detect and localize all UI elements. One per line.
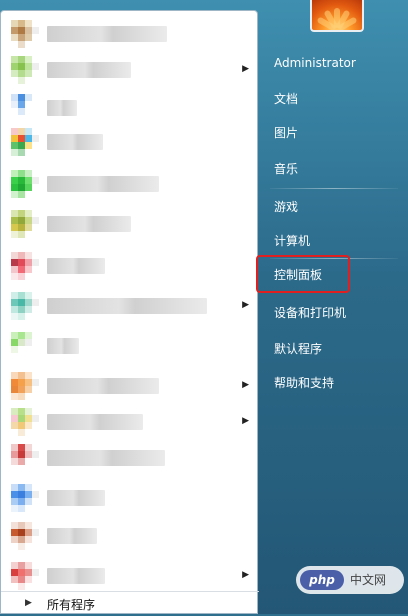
right-item-devices-printers[interactable]: 设备和打印机 xyxy=(262,298,402,328)
program-icon xyxy=(11,94,39,122)
submenu-arrow-icon: ▶ xyxy=(242,64,249,74)
program-label xyxy=(47,568,105,584)
all-programs-label: 所有程序 xyxy=(47,598,96,612)
program-icon xyxy=(11,170,39,198)
program-icon xyxy=(11,332,39,360)
program-item[interactable]: ▶ xyxy=(11,405,249,439)
submenu-arrow-icon: ▶ xyxy=(242,416,249,426)
program-icon xyxy=(11,20,39,48)
program-label xyxy=(47,338,79,354)
watermark: php 中文网 xyxy=(296,566,404,594)
program-item[interactable]: ▶ xyxy=(11,559,249,593)
right-item-help-support[interactable]: 帮助和支持 xyxy=(262,368,402,398)
program-icon xyxy=(11,56,39,84)
program-item[interactable] xyxy=(11,125,249,159)
program-item[interactable] xyxy=(11,91,249,125)
right-item-computer[interactable]: 计算机 xyxy=(262,226,402,256)
right-item-administrator[interactable]: Administrator xyxy=(262,48,402,78)
control-panel-highlight-box xyxy=(256,255,350,293)
program-item[interactable]: ▶ xyxy=(11,369,249,403)
program-label xyxy=(47,298,207,314)
program-icon xyxy=(11,444,39,472)
menu-separator xyxy=(270,188,398,189)
program-label xyxy=(47,100,77,116)
program-label xyxy=(47,258,105,274)
right-item-default-programs[interactable]: 默认程序 xyxy=(262,334,402,364)
program-icon xyxy=(11,522,39,550)
program-label xyxy=(47,134,103,150)
user-avatar[interactable] xyxy=(310,0,364,32)
program-icon xyxy=(11,484,39,512)
program-item[interactable]: ▶ xyxy=(11,53,249,87)
program-label xyxy=(47,26,167,42)
program-label xyxy=(47,216,131,232)
program-icon xyxy=(11,372,39,400)
program-item[interactable] xyxy=(11,481,249,515)
program-icon xyxy=(11,210,39,238)
watermark-badge: php xyxy=(300,570,344,590)
program-item[interactable] xyxy=(11,17,249,51)
program-label xyxy=(47,414,143,430)
program-icon xyxy=(11,128,39,156)
submenu-arrow-icon: ▶ xyxy=(242,570,249,580)
all-programs-arrow-icon: ▶ xyxy=(25,598,32,608)
program-icon xyxy=(11,562,39,590)
program-label xyxy=(47,176,159,192)
program-item[interactable] xyxy=(11,329,249,363)
submenu-arrow-icon: ▶ xyxy=(242,300,249,310)
right-item-documents[interactable]: 文档 xyxy=(262,84,402,114)
program-item[interactable] xyxy=(11,519,249,553)
program-label xyxy=(47,490,105,506)
program-item[interactable] xyxy=(11,167,249,201)
program-icon xyxy=(11,252,39,280)
program-item[interactable] xyxy=(11,441,249,475)
start-menu: ▶ ▶ ▶ ▶ ▶ ▶ 所有程序 Administrator 文档 图片 音乐 … xyxy=(0,0,408,614)
program-label xyxy=(47,528,97,544)
program-item[interactable] xyxy=(11,249,249,283)
program-list-pane: ▶ ▶ ▶ ▶ ▶ ▶ 所有程序 xyxy=(0,10,259,616)
program-item[interactable]: ▶ xyxy=(11,289,249,323)
program-icon xyxy=(11,408,39,436)
submenu-arrow-icon: ▶ xyxy=(242,380,249,390)
program-label xyxy=(47,378,159,394)
program-item[interactable] xyxy=(11,207,249,241)
right-item-games[interactable]: 游戏 xyxy=(262,192,402,222)
program-label xyxy=(47,450,165,466)
right-item-pictures[interactable]: 图片 xyxy=(262,118,402,148)
program-label xyxy=(47,62,131,78)
right-item-music[interactable]: 音乐 xyxy=(262,154,402,184)
all-programs-button[interactable]: ▶ 所有程序 xyxy=(1,591,259,616)
watermark-text: 中文网 xyxy=(350,573,387,587)
program-icon xyxy=(11,292,39,320)
